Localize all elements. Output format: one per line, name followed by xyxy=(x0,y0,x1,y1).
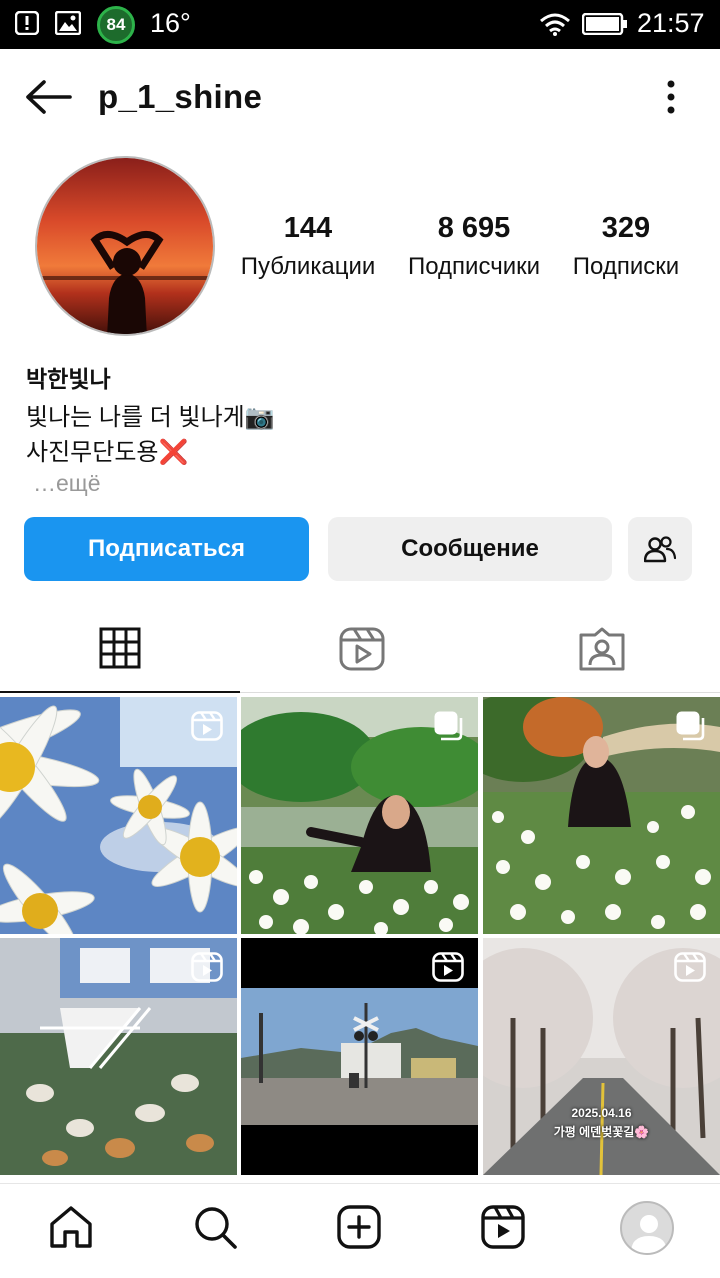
gallery-notification-icon xyxy=(55,11,81,35)
home-icon[interactable] xyxy=(48,1204,94,1250)
post-thumbnail-4[interactable] xyxy=(0,938,237,1175)
reels-icon xyxy=(432,952,464,982)
stat-posts-count: 144 xyxy=(283,212,333,244)
stat-followers[interactable]: 8 695 Подписчики xyxy=(394,212,554,281)
carousel-icon xyxy=(676,711,705,741)
stat-following-label: Подписки xyxy=(572,253,680,280)
bio-more-link[interactable]: …ещё xyxy=(33,470,101,497)
reels-icon xyxy=(191,711,223,741)
post-thumbnail-3[interactable] xyxy=(483,697,720,934)
alert-notification-icon xyxy=(15,11,39,35)
post-caption-text: 가평 에덴벚꽃길🌸 xyxy=(553,1125,650,1139)
more-options-icon[interactable] xyxy=(661,79,681,115)
bio-line-1: 빛나는 나를 더 빛나게📷 xyxy=(26,404,275,431)
tab-posts-grid[interactable] xyxy=(0,610,240,694)
profile-tabs xyxy=(0,610,720,694)
message-button[interactable]: Сообщение xyxy=(328,517,612,581)
reels-icon xyxy=(191,952,223,982)
stat-posts-label: Публикации xyxy=(240,253,376,280)
reels-icon xyxy=(339,627,385,671)
bio-line-2: 사진무단도용❌ xyxy=(26,439,189,466)
carousel-icon xyxy=(434,711,463,741)
stat-followers-label: Подписчики xyxy=(407,253,541,280)
stat-posts[interactable]: 144 Публикации xyxy=(228,212,388,281)
reels-icon[interactable] xyxy=(480,1204,526,1250)
battery-icon xyxy=(582,13,627,35)
grid-icon xyxy=(99,627,141,669)
tagged-icon xyxy=(579,627,625,671)
profile-username: p_1_shine xyxy=(98,78,263,115)
profile-avatar-icon[interactable] xyxy=(620,1201,674,1255)
tab-reels[interactable] xyxy=(240,610,480,694)
stat-following[interactable]: 329 Подписки xyxy=(560,212,692,281)
bottom-navigation xyxy=(0,1183,720,1278)
temperature-text: 16° xyxy=(150,8,191,38)
suggested-accounts-button[interactable] xyxy=(628,517,692,581)
add-people-icon xyxy=(644,536,676,563)
status-bar: 84 16° 21:57 xyxy=(0,0,720,49)
stat-followers-count: 8 695 xyxy=(437,212,511,244)
clock-text: 21:57 xyxy=(637,8,705,38)
post-thumbnail-5[interactable] xyxy=(241,938,478,1175)
stat-following-count: 329 xyxy=(601,212,651,244)
post-thumbnail-1[interactable] xyxy=(0,697,237,934)
reels-icon xyxy=(674,952,706,982)
search-icon[interactable] xyxy=(192,1204,238,1250)
post-thumbnail-2[interactable] xyxy=(241,697,478,934)
post-thumbnail-6[interactable]: 2025.04.16 가평 에덴벚꽃길🌸 xyxy=(483,938,720,1175)
profile-avatar[interactable] xyxy=(35,156,215,336)
profile-display-name: 박한빛나 xyxy=(26,366,111,392)
active-tab-indicator xyxy=(0,691,240,693)
post-caption-date: 2025.04.16 xyxy=(571,1106,632,1120)
tab-tagged[interactable] xyxy=(480,610,720,694)
wifi-icon xyxy=(540,13,570,36)
battery-level-badge: 84 xyxy=(97,6,135,44)
create-icon[interactable] xyxy=(336,1204,382,1250)
follow-button[interactable]: Подписаться xyxy=(24,517,309,581)
back-arrow-icon[interactable] xyxy=(24,79,72,115)
